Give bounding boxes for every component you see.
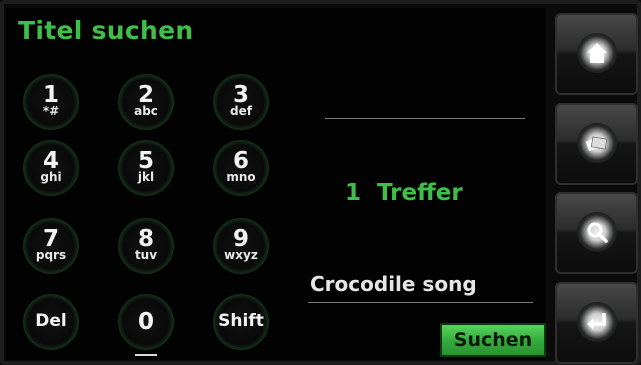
key-8[interactable]: 8 tuv — [118, 218, 174, 274]
key-letters: wxyz — [224, 248, 258, 262]
home-button[interactable] — [555, 13, 638, 95]
key-letters: ghi — [40, 170, 62, 184]
divider-top — [325, 118, 525, 119]
key-digit: 0 — [137, 309, 154, 335]
search-nav-button[interactable] — [555, 192, 638, 274]
media-button[interactable] — [555, 103, 638, 185]
key-letters: *# — [42, 104, 60, 118]
key-letters: pqrs — [35, 248, 67, 262]
key-9[interactable]: 9 wxyz — [213, 218, 269, 274]
key-5[interactable]: 5 jkl — [118, 140, 174, 196]
input-underline — [308, 302, 533, 303]
key-2[interactable]: 2 abc — [118, 74, 174, 130]
key-6[interactable]: 6 mno — [213, 140, 269, 196]
page-title: Titel suchen — [18, 16, 194, 45]
main-panel: Titel suchen — [6, 8, 546, 360]
search-button[interactable]: Suchen — [440, 323, 546, 357]
return-icon — [587, 313, 606, 330]
cards-icon — [585, 136, 608, 152]
key-letters: mno — [226, 170, 256, 184]
delete-key[interactable]: Del — [23, 294, 79, 350]
results-count: 1 Treffer — [345, 180, 463, 206]
key-label: Del — [35, 311, 67, 331]
shift-key[interactable]: Shift — [213, 294, 269, 350]
key-1[interactable]: 1 *# — [23, 74, 79, 130]
key-letters: def — [230, 104, 252, 118]
key-3[interactable]: 3 def — [213, 74, 269, 130]
back-button[interactable] — [555, 282, 638, 364]
key-letters: tuv — [134, 248, 158, 262]
key-4[interactable]: 4 ghi — [23, 140, 79, 196]
home-icon — [587, 43, 607, 63]
key-label: Shift — [218, 311, 264, 331]
space-indicator — [135, 354, 157, 356]
key-letters: jkl — [137, 170, 155, 184]
key-letters: abc — [134, 104, 158, 118]
key-0[interactable]: 0 — [118, 294, 174, 356]
search-input[interactable]: Crocodile song — [310, 272, 477, 296]
search-icon — [587, 222, 608, 243]
key-7[interactable]: 7 pqrs — [23, 218, 79, 274]
